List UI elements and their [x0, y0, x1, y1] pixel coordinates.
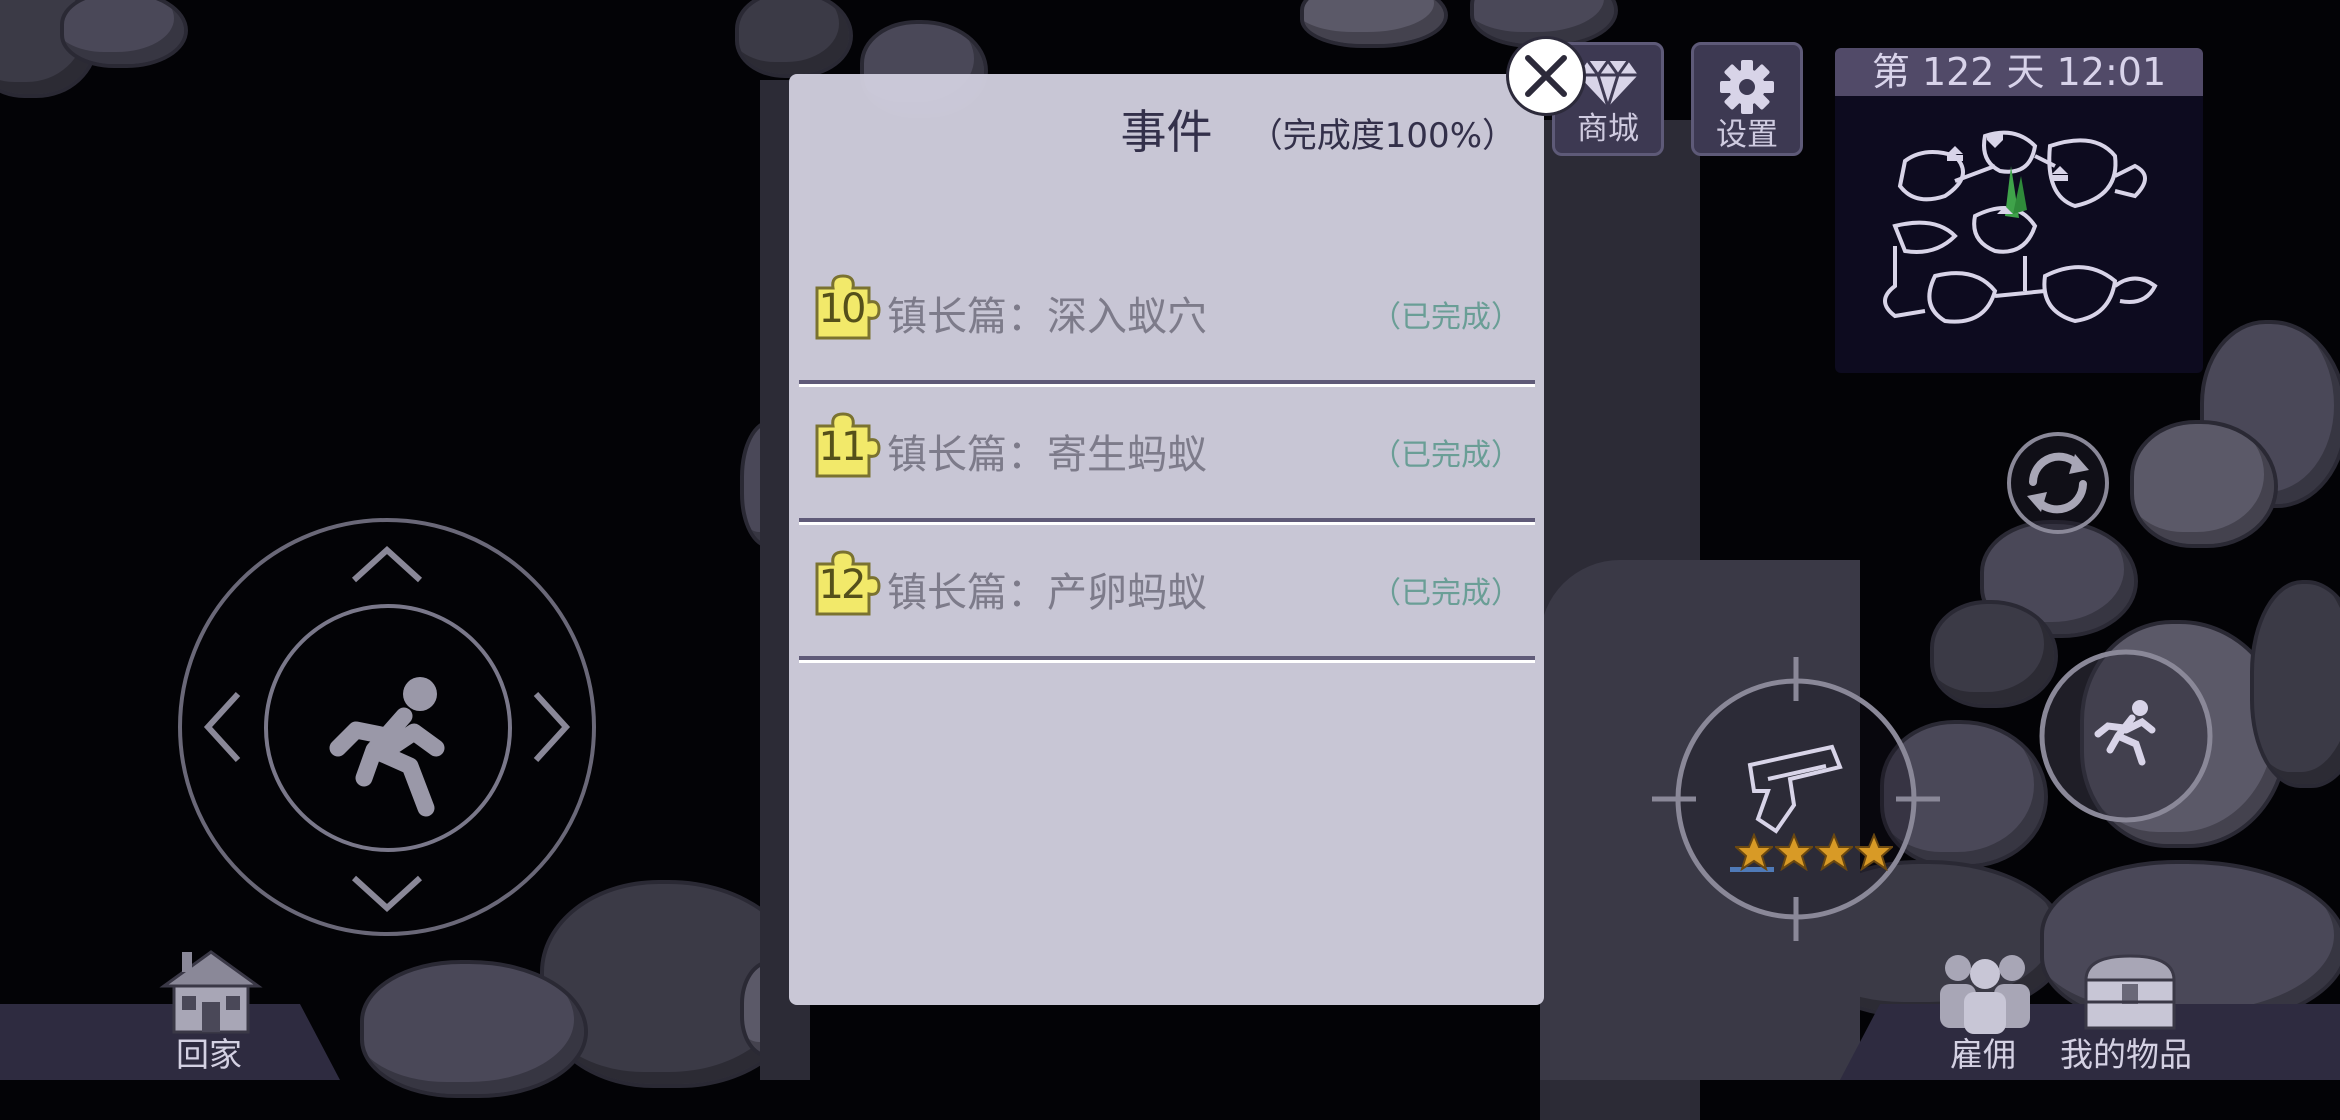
rock — [2250, 580, 2340, 788]
event-number: 11 — [818, 424, 867, 470]
refresh-button[interactable] — [2005, 430, 2111, 536]
event-row[interactable]: 12 镇长篇：产卵蚂蚁 （已完成） — [799, 518, 1535, 660]
fire-button[interactable] — [1650, 655, 1950, 945]
chest-icon — [2084, 954, 2176, 1030]
minimap-paths — [1883, 130, 2158, 324]
event-status: （已完成） — [1371, 576, 1521, 611]
chevron-down-icon — [351, 875, 423, 913]
close-icon — [1525, 55, 1567, 97]
home-button[interactable]: 回家 — [150, 940, 270, 1074]
hire-label: 雇佣 — [1950, 1035, 2016, 1074]
rock — [60, 0, 188, 68]
event-status: （已完成） — [1371, 438, 1521, 473]
completion-progress: （完成度100%） — [1248, 116, 1516, 156]
event-number: 12 — [818, 562, 867, 608]
close-button[interactable] — [1509, 39, 1583, 113]
event-badge: 12 — [811, 550, 881, 620]
chevron-right-icon — [533, 691, 571, 763]
star-icon — [1815, 833, 1853, 871]
joystick-arrows — [203, 545, 571, 913]
event-badge: 11 — [811, 412, 881, 482]
chevron-up-icon — [351, 545, 423, 583]
event-name: 镇长篇：深入蚁穴 — [887, 294, 1207, 340]
event-panel: 事件 （完成度100%） 10 镇长篇：深入蚁穴 （已完成） 11 镇长篇：寄生… — [789, 74, 1544, 1005]
event-row[interactable]: 10 镇长篇：深入蚁穴 （已完成） — [799, 242, 1535, 384]
chevron-left-icon — [203, 691, 241, 763]
hire-button[interactable]: 雇佣 — [1930, 940, 2040, 1074]
diamond-icon — [1578, 59, 1638, 109]
star-icon — [1735, 833, 1773, 871]
star-icon — [1775, 833, 1813, 871]
running-man-icon — [329, 677, 445, 817]
event-number: 10 — [818, 286, 867, 332]
items-label: 我的物品 — [2060, 1035, 2192, 1074]
rock — [735, 0, 853, 78]
star-icon — [1855, 833, 1893, 871]
minimap[interactable]: 第 122 天 12:01 — [1835, 48, 2203, 373]
event-status: （已完成） — [1371, 300, 1521, 335]
house-icon — [159, 950, 263, 1034]
people-icon — [1940, 955, 2030, 1034]
event-name: 镇长篇：产卵蚂蚁 — [887, 570, 1207, 616]
sprint-button[interactable] — [2038, 648, 2214, 824]
gear-icon — [1720, 60, 1774, 114]
settings-label: 设置 — [1716, 117, 1778, 153]
settings-button[interactable]: 设置 — [1691, 42, 1803, 156]
event-name: 镇长篇：寄生蚂蚁 — [887, 432, 1207, 478]
event-badge: 10 — [811, 274, 881, 344]
leaf-cluster — [360, 960, 588, 1098]
day-clock: 第 122 天 12:01 — [1835, 48, 2203, 96]
rock — [2130, 420, 2278, 548]
home-label: 回家 — [176, 1035, 242, 1074]
shop-label: 商城 — [1577, 111, 1639, 147]
event-row[interactable]: 11 镇长篇：寄生蚂蚁 （已完成） — [799, 380, 1535, 522]
rock — [1300, 0, 1448, 48]
items-button[interactable]: 我的物品 — [2060, 940, 2200, 1074]
